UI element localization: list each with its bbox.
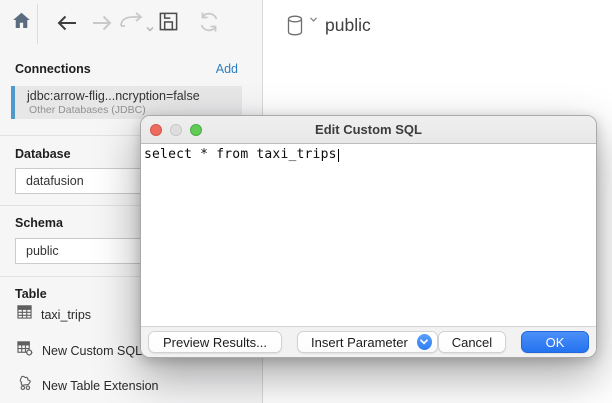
save-icon[interactable] xyxy=(158,11,179,37)
cancel-button[interactable]: Cancel xyxy=(438,331,506,353)
insert-parameter-label: Insert Parameter xyxy=(311,335,408,350)
toolbar xyxy=(0,0,262,48)
database-section-label: Database xyxy=(15,147,71,161)
zoom-window-icon[interactable] xyxy=(190,124,202,136)
minimize-window-icon xyxy=(170,124,182,136)
database-select-value: datafusion xyxy=(26,174,84,188)
new-table-extension-label: New Table Extension xyxy=(42,379,159,393)
sql-text[interactable]: select * from taxi_trips xyxy=(144,147,337,162)
schema-header-label: public xyxy=(325,15,371,36)
back-icon[interactable] xyxy=(55,11,79,40)
redo-dropdown-caret-icon[interactable] xyxy=(146,19,154,37)
app-window: Connections Add jdbc:arrow-flig...ncrypt… xyxy=(0,0,612,403)
new-custom-sql-item[interactable]: New Custom SQL xyxy=(17,341,142,361)
insert-parameter-chevron-icon[interactable] xyxy=(417,334,432,350)
schema-section-label: Schema xyxy=(15,216,63,230)
home-icon[interactable] xyxy=(11,10,32,36)
table-item-label: taxi_trips xyxy=(41,308,91,322)
new-table-extension-item[interactable]: New Table Extension xyxy=(17,375,159,396)
preview-results-button[interactable]: Preview Results... xyxy=(148,331,282,353)
ok-button[interactable]: OK xyxy=(521,331,589,353)
edit-custom-sql-dialog: Edit Custom SQL select * from taxi_trips… xyxy=(140,115,597,358)
dialog-titlebar[interactable]: Edit Custom SQL xyxy=(141,116,596,144)
redo-icon[interactable] xyxy=(119,12,145,37)
schema-select-value: public xyxy=(26,244,59,258)
connections-heading: Connections xyxy=(15,62,91,76)
close-window-icon[interactable] xyxy=(150,124,162,136)
forward-icon[interactable] xyxy=(90,11,114,40)
table-section-label: Table xyxy=(15,287,47,301)
schema-header: public xyxy=(287,15,371,36)
sql-editor-area[interactable]: select * from taxi_trips xyxy=(141,145,596,326)
dialog-footer: Preview Results... Insert Parameter Canc… xyxy=(141,326,596,357)
text-cursor xyxy=(338,149,339,162)
table-item-taxi-trips[interactable]: taxi_trips xyxy=(17,305,91,324)
new-table-extension-icon xyxy=(17,375,33,396)
database-cylinder-icon[interactable] xyxy=(287,15,303,41)
schema-dropdown-caret-icon[interactable] xyxy=(310,15,317,24)
table-grid-icon xyxy=(17,305,32,324)
new-custom-sql-icon xyxy=(17,341,33,361)
insert-parameter-button[interactable]: Insert Parameter xyxy=(297,331,438,353)
dialog-title: Edit Custom SQL xyxy=(315,122,422,137)
connections-header-row: Connections Add xyxy=(15,62,238,76)
refresh-icon[interactable] xyxy=(197,10,221,39)
add-connection-link[interactable]: Add xyxy=(216,62,238,76)
connection-title: jdbc:arrow-flig...ncryption=false xyxy=(27,89,242,104)
new-custom-sql-label: New Custom SQL xyxy=(42,344,142,358)
toolbar-divider xyxy=(37,4,38,44)
